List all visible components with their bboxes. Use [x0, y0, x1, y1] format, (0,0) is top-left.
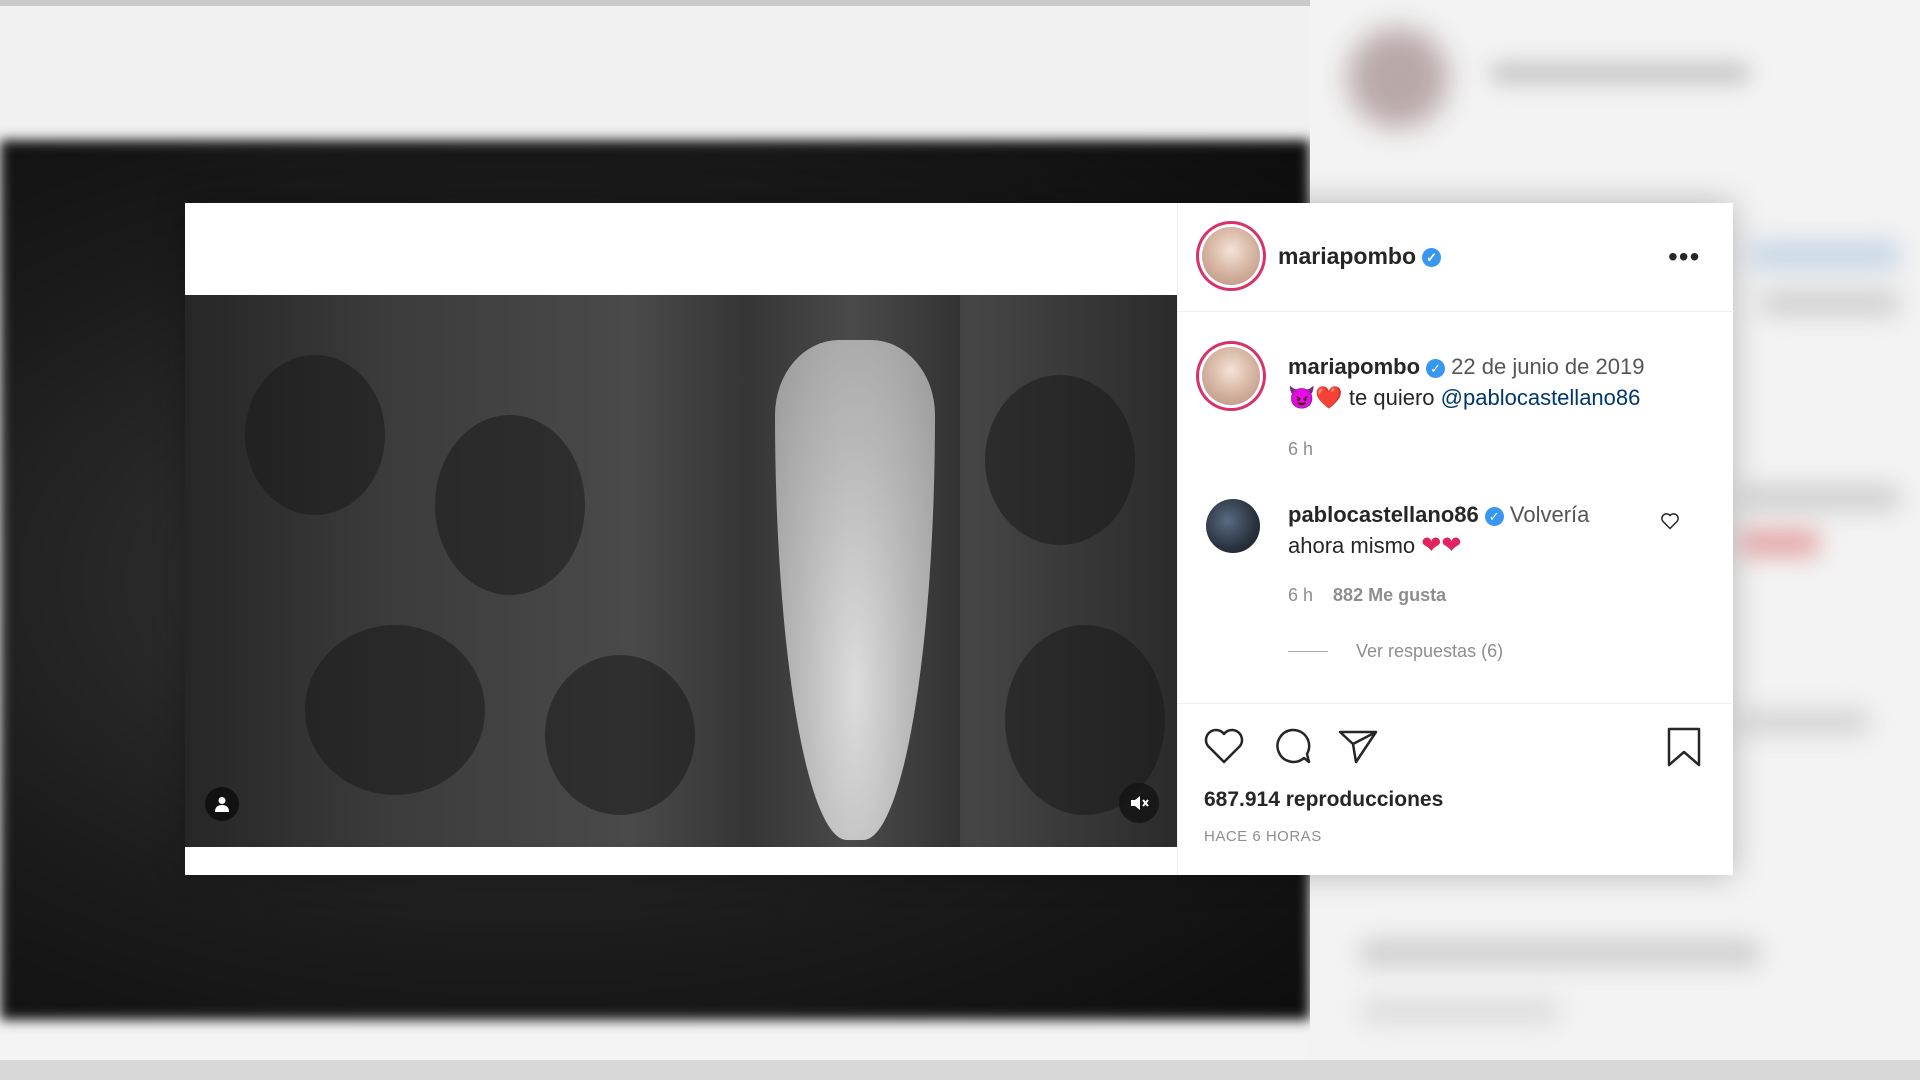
video-frame-guest — [985, 375, 1135, 545]
caption-author[interactable]: mariapombo — [1288, 354, 1420, 379]
background-blurred-block — [1740, 710, 1870, 734]
caption-time: 6 h — [1288, 439, 1314, 459]
verified-badge-icon: ✓ — [1484, 506, 1504, 526]
user-tag-button[interactable] — [205, 787, 239, 821]
commenter-avatar[interactable] — [1206, 499, 1260, 553]
video-player[interactable] — [185, 295, 1177, 847]
caption-text: te quiero — [1348, 385, 1435, 410]
comment-time: 6 h — [1288, 585, 1314, 605]
comment-text-line2: ahora mismo — [1288, 533, 1416, 558]
video-frame-guest — [435, 415, 585, 595]
comment-button[interactable] — [1270, 726, 1314, 771]
comment-like-button[interactable] — [1660, 511, 1680, 536]
heart-icon — [1661, 513, 1679, 530]
share-button[interactable] — [1336, 726, 1380, 771]
background-blurred-block — [1740, 530, 1820, 556]
replies-divider — [1288, 651, 1328, 652]
background-blurred-avatar — [1348, 28, 1448, 128]
share-icon — [1338, 730, 1378, 764]
like-button[interactable] — [1202, 726, 1246, 771]
view-replies-label[interactable]: Ver respuestas (6) — [1356, 641, 1503, 662]
action-bar: 687.914 reproducciones HACE 6 HORAS — [1178, 703, 1734, 876]
post-header: mariapombo ✓ ••• — [1178, 203, 1734, 312]
video-frame-guest — [245, 355, 385, 515]
post-timestamp: HACE 6 HORAS — [1204, 828, 1322, 845]
caption-date: 22 de junio de 2019 — [1451, 354, 1645, 379]
heart-icon — [1204, 728, 1244, 764]
comment-author[interactable]: pablocastellano86 — [1288, 502, 1479, 527]
video-frame-guest — [545, 655, 695, 815]
author-avatar[interactable] — [1202, 227, 1260, 285]
bookmark-icon — [1667, 727, 1701, 767]
post-sidebar: mariapombo ✓ ••• mariapombo ✓ 22 de junio … — [1177, 203, 1734, 875]
author-username-text[interactable]: mariapombo — [1278, 243, 1416, 269]
caption-author-avatar[interactable] — [1202, 347, 1260, 405]
muted-speaker-icon — [1131, 796, 1149, 810]
caption: mariapombo ✓ 22 de junio de 2019 😈❤️ te q… — [1288, 351, 1644, 413]
post-media — [185, 203, 1177, 875]
comment-likes[interactable]: 882 Me gusta — [1333, 585, 1446, 605]
more-options-icon[interactable]: ••• — [1668, 241, 1700, 273]
video-frame-guest — [305, 625, 485, 795]
comment-icon — [1276, 728, 1311, 764]
caption-emojis: 😈❤️ — [1288, 385, 1343, 410]
verified-badge-icon: ✓ — [1426, 358, 1446, 378]
background-blurred-block — [1740, 485, 1900, 511]
user-tag-icon — [215, 797, 229, 812]
caption-mention[interactable]: @pablocastellano86 — [1441, 385, 1641, 410]
author-username[interactable]: mariapombo ✓ — [1278, 243, 1442, 270]
background-blurred-name — [1490, 62, 1750, 84]
view-count[interactable]: 687.914 reproducciones — [1204, 788, 1443, 812]
background-blurred-block — [1360, 940, 1760, 966]
background-blurred-block — [1750, 240, 1900, 270]
comment-meta: 6 h 882 Me gusta — [1288, 585, 1446, 606]
view-replies-button[interactable]: Ver respuestas (6) — [1288, 641, 1503, 662]
mute-button[interactable] — [1119, 783, 1159, 823]
background-blurred-block — [1360, 1000, 1560, 1022]
background-blurred-block — [1760, 290, 1900, 316]
verified-badge-icon: ✓ — [1422, 248, 1442, 268]
comment: pablocastellano86 ✓ Volvería ahora mismo … — [1288, 499, 1589, 561]
comment-emojis: ❤❤ — [1421, 532, 1462, 559]
save-button[interactable] — [1664, 726, 1704, 773]
instagram-post: mariapombo ✓ ••• mariapombo ✓ 22 de junio … — [185, 203, 1734, 875]
background-bottom-bar — [0, 1060, 1920, 1080]
comment-text-line1: Volvería — [1509, 502, 1590, 527]
